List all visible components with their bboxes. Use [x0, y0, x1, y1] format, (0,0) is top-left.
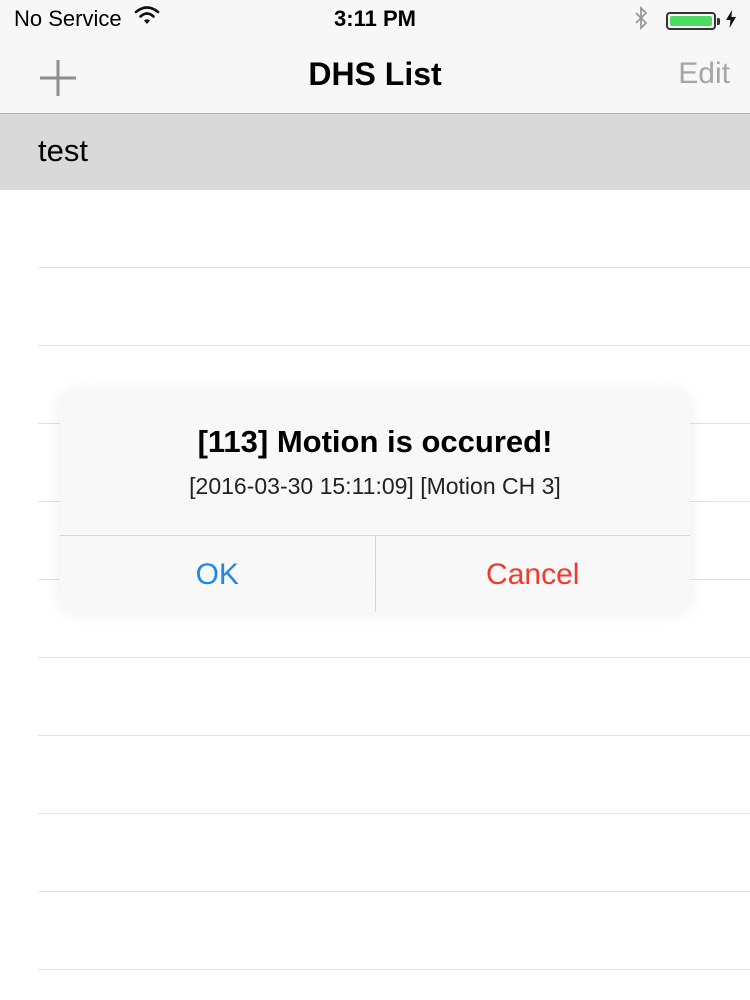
alert-title: [113] Motion is occured!: [197, 424, 553, 459]
cancel-button[interactable]: Cancel: [376, 536, 691, 612]
alert-actions: OK Cancel: [60, 535, 690, 612]
alert-dialog: [113] Motion is occured! [2016-03-30 15:…: [60, 392, 690, 612]
ok-button[interactable]: OK: [60, 536, 376, 612]
alert-message: [2016-03-30 15:11:09] [Motion CH 3]: [189, 473, 561, 499]
